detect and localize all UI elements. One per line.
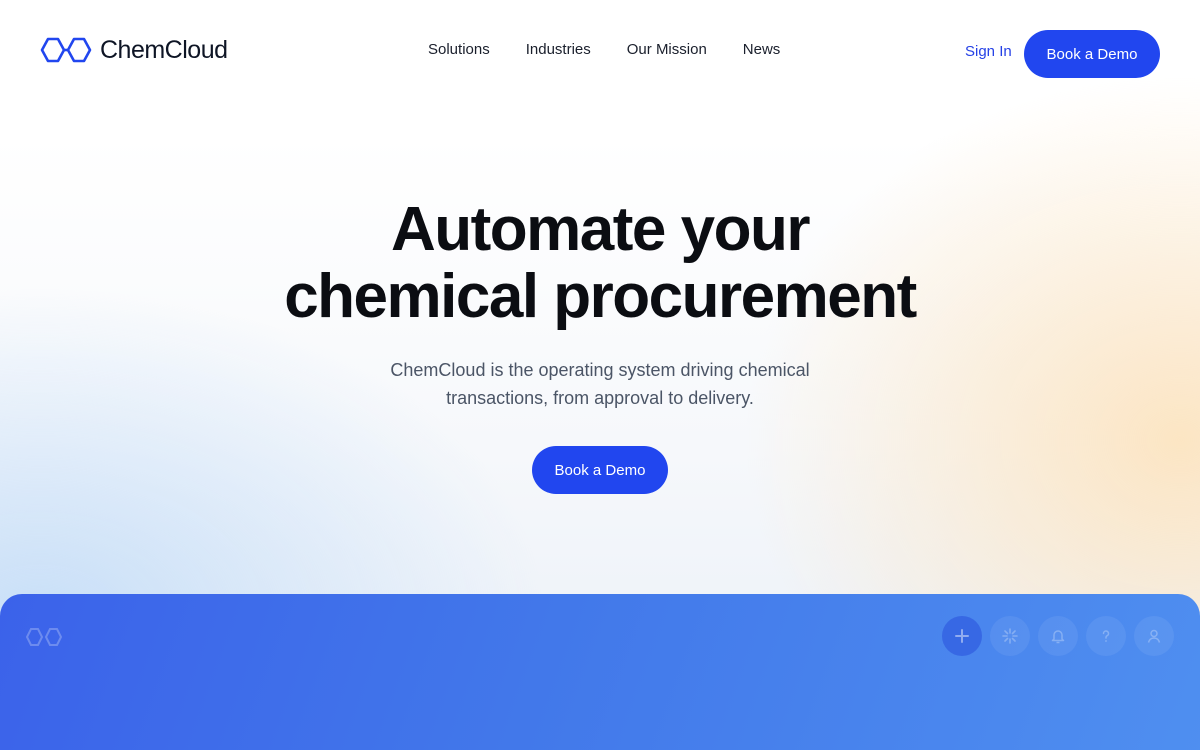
product-preview xyxy=(0,594,1200,750)
preview-toolbar xyxy=(942,616,1174,656)
nav-item-news[interactable]: News xyxy=(743,40,781,60)
hero-title-line-2: chemical procurement xyxy=(284,262,917,331)
sparkle-icon[interactable] xyxy=(990,616,1030,656)
header-book-demo-button[interactable]: Book a Demo xyxy=(1024,30,1160,78)
hero-subtitle: ChemCloud is the operating system drivin… xyxy=(390,360,810,408)
sign-in-link[interactable]: Sign In xyxy=(965,43,1012,60)
brand-name: ChemCloud xyxy=(100,35,228,64)
site-header: ChemCloud Solutions Industries Our Missi… xyxy=(0,0,1200,108)
nav-item-our-mission[interactable]: Our Mission xyxy=(627,40,707,60)
hero-title: Automate your chemical procurement xyxy=(0,196,1200,330)
hero-title-line-1: Automate your xyxy=(391,195,810,264)
brand-logo[interactable]: ChemCloud xyxy=(40,34,228,66)
help-icon[interactable] xyxy=(1086,616,1126,656)
user-icon[interactable] xyxy=(1134,616,1174,656)
bell-icon[interactable] xyxy=(1038,616,1078,656)
nav-item-solutions[interactable]: Solutions xyxy=(428,40,490,60)
nav-item-industries[interactable]: Industries xyxy=(526,40,591,60)
preview-logo-icon xyxy=(26,628,63,646)
main-nav: Solutions Industries Our Mission News xyxy=(428,40,780,60)
hexagon-pair-icon xyxy=(40,37,92,63)
hero-book-demo-button[interactable]: Book a Demo xyxy=(532,446,668,494)
plus-icon[interactable] xyxy=(942,616,982,656)
